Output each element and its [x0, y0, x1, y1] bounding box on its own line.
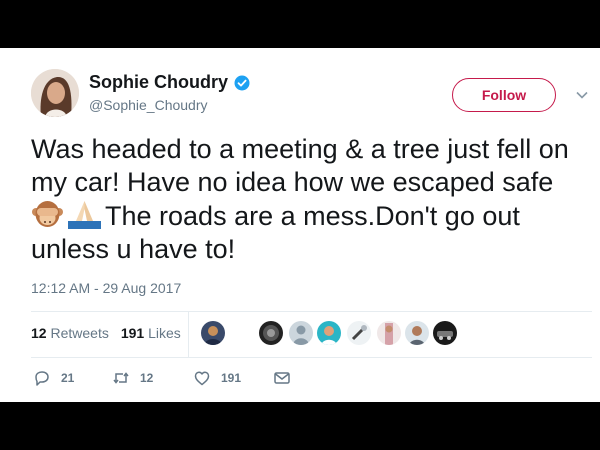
liker-avatar[interactable]	[289, 321, 313, 345]
verified-badge-icon	[234, 75, 250, 91]
liker-avatar[interactable]	[347, 321, 371, 345]
author-avatar[interactable]	[31, 69, 79, 117]
tweet-text-line: Was headed to a meeting & a tree just fe…	[31, 134, 569, 164]
reply-action[interactable]: 21	[33, 369, 74, 387]
reply-icon[interactable]	[33, 369, 51, 387]
envelope-icon[interactable]	[273, 369, 291, 387]
liker-avatar[interactable]	[317, 321, 341, 345]
stats-divider	[188, 311, 189, 357]
liker-avatar[interactable]	[259, 321, 283, 345]
like-action[interactable]: 191	[193, 369, 241, 387]
reply-count: 21	[61, 371, 75, 385]
tweet-text-line-with-emoji: The roads are a mess.Don't go out	[31, 199, 591, 233]
retweet-count: 12	[140, 371, 154, 385]
divider	[31, 311, 592, 312]
chevron-down-icon[interactable]	[575, 88, 589, 102]
author-handle[interactable]: @Sophie_Choudry	[89, 97, 208, 113]
liker-avatar[interactable]	[433, 321, 457, 345]
follow-button[interactable]: Follow	[452, 78, 556, 112]
retweet-action[interactable]: 12	[112, 369, 153, 387]
see-no-evil-monkey-icon	[31, 199, 64, 229]
folded-hands-icon	[68, 199, 101, 229]
tweet-text-line: The roads are a mess.Don't go out	[105, 201, 520, 231]
retweets-stat[interactable]: 12 Retweets	[31, 325, 109, 341]
liker-avatar[interactable]	[201, 321, 225, 345]
divider	[31, 357, 592, 358]
author-name[interactable]: Sophie Choudry	[89, 72, 228, 93]
liker-avatar[interactable]	[377, 321, 401, 345]
tweet-timestamp[interactable]: 12:12 AM - 29 Aug 2017	[31, 280, 181, 296]
tweet-text-line: unless u have to!	[31, 234, 236, 264]
heart-icon[interactable]	[193, 369, 211, 387]
retweet-icon[interactable]	[112, 369, 130, 387]
tweet-stats: 12 Retweets 191 Likes	[31, 325, 181, 341]
author-name-row[interactable]: Sophie Choudry	[89, 72, 250, 93]
liker-avatar[interactable]	[405, 321, 429, 345]
likes-stat[interactable]: 191 Likes	[121, 325, 181, 341]
direct-message-action[interactable]	[273, 369, 291, 387]
likes-label: Likes	[148, 325, 181, 341]
tweet-text: Was headed to a meeting & a tree just fe…	[31, 133, 591, 266]
tweet-text-line: my car! Have no idea how we escaped safe	[31, 167, 554, 197]
like-count: 191	[221, 371, 242, 385]
retweets-count: 12	[31, 325, 47, 341]
likes-count: 191	[120, 325, 145, 341]
retweets-label: Retweets	[50, 325, 109, 341]
